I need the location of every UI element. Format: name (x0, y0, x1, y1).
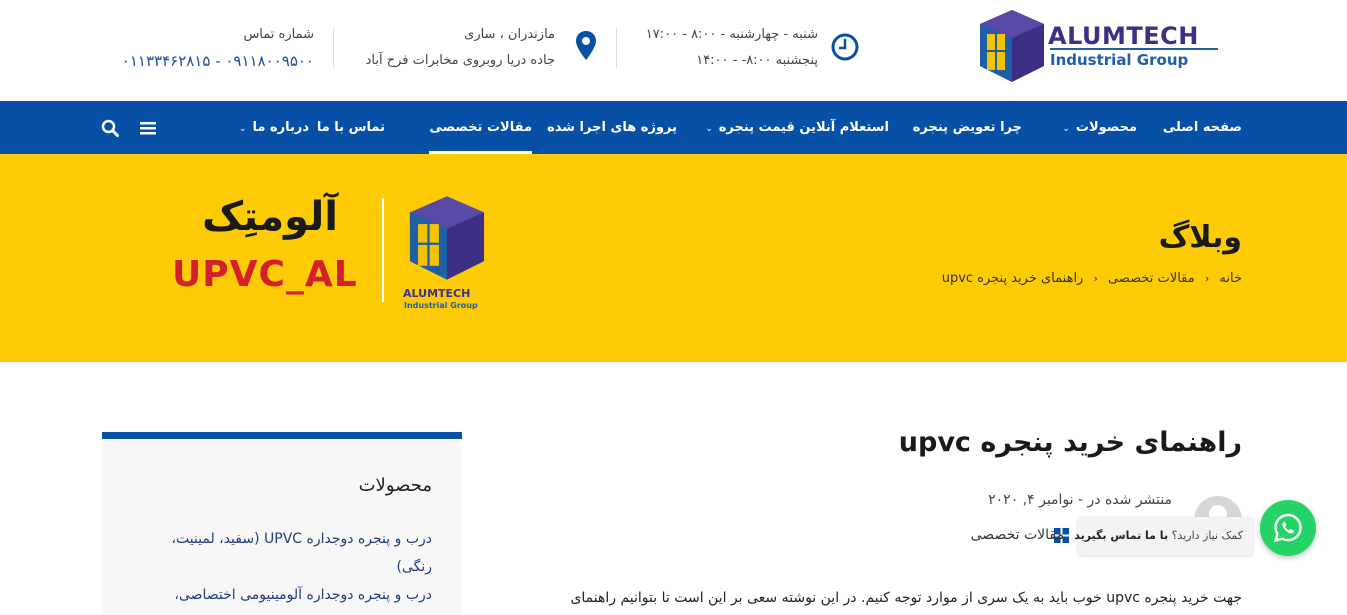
phone-numbers[interactable]: ۰۱۱۳۳۴۶۲۸۱۵ - ۰۹۱۱۸۰۰۹۵۰۰ (100, 48, 314, 74)
divider (616, 28, 617, 68)
nav-label: درباره ما (252, 120, 309, 135)
address: مازندران ، ساری جاده دریا روبروی مخابرات… (345, 22, 555, 74)
breadcrumb-home[interactable]: خانه (1219, 271, 1242, 286)
nav-why-replace[interactable]: چرا تعویض پنجره (913, 101, 1022, 154)
location-pin-icon (576, 31, 596, 60)
logo-divider (1050, 48, 1218, 50)
nav-label: تماس با ما (316, 120, 385, 135)
divider (333, 28, 334, 68)
phone-label: شماره تماس (243, 27, 314, 42)
contact-phone: شماره تماس ۰۱۱۳۳۴۶۲۸۱۵ - ۰۹۱۱۸۰۰۹۵۰۰ (100, 22, 314, 74)
whatsapp-cta: با ما تماس بگیرید (1074, 529, 1169, 542)
breadcrumb-separator: ‹ (1204, 272, 1210, 285)
post-title: راهنمای خرید پنجره upvc (898, 427, 1242, 458)
breadcrumb-category[interactable]: مقالات تخصصی (1108, 271, 1195, 286)
address-city: مازندران ، ساری (464, 27, 555, 42)
whatsapp-prompt[interactable]: کمک نیاز دارید؟ با ما تماس بگیرید (1074, 517, 1253, 555)
post-body-text: جهت خرید پنجره upvc خوب باید به یک سری ا… (570, 590, 1242, 606)
page-header-banner: وبلاگ خانه ‹ مقالات تخصصی ‹ راهنمای خرید… (0, 154, 1347, 362)
sidebar-link-upvc[interactable]: درب و پنجره دوجداره UPVC (سفید، لمینیت، … (132, 525, 432, 581)
nav-label: استعلام آنلاین قیمت پنجره (718, 120, 889, 135)
brand-logo-subtitle: Industrial Group (404, 301, 478, 310)
sidebar-link-aluminium[interactable]: درب و پنجره دوجداره آلومینیومی اختصاصی، (132, 581, 432, 609)
chevron-down-icon: ⌄ (1062, 124, 1070, 134)
nav-about[interactable]: درباره ما ⌄ (239, 101, 309, 154)
hours-thursday: پنجشنبه ۸:۰۰- - ۱۴:۰۰ (696, 53, 818, 68)
sidebar-products-widget: محصولات درب و پنجره دوجداره UPVC (سفید، … (102, 432, 462, 615)
brand-logo-title: ALUMTECH (403, 287, 471, 300)
brand-latin-name: UPVC_AL (172, 254, 358, 295)
menu-icon[interactable] (139, 119, 157, 137)
breadcrumb: خانه ‹ مقالات تخصصی ‹ راهنمای خرید پنجره… (942, 271, 1242, 286)
nav-label: مقالات تخصصی (429, 120, 532, 135)
logo-cube-icon (980, 10, 1044, 82)
nav-projects[interactable]: پروژه های اجرا شده (547, 101, 677, 154)
nav-products[interactable]: محصولات ⌄ (1062, 101, 1137, 154)
whatsapp-prompt-text: کمک نیاز دارید؟ (1171, 529, 1243, 542)
brand-divider (382, 198, 384, 302)
whatsapp-button[interactable] (1260, 500, 1316, 556)
clock-icon (831, 33, 859, 61)
search-icon[interactable] (101, 119, 119, 137)
nav-label: چرا تعویض پنجره (912, 120, 1022, 135)
brand-banner-image: آلومتِک UPVC_AL ALUMTECH Industrial Grou… (170, 192, 490, 317)
site-logo[interactable]: ALUMTECH Industrial Group (978, 8, 1223, 84)
address-street: جاده دریا روبروی مخابرات فرح آباد (365, 53, 555, 68)
nav-label: صفحه اصلی (1162, 120, 1242, 135)
main-nav: صفحه اصلی محصولات ⌄ چرا تعویض پنجره استعل… (0, 101, 1347, 154)
nav-articles[interactable]: مقالات تخصصی (429, 101, 532, 154)
brand-persian-name: آلومتِک (202, 194, 338, 240)
hours-weekdays: شنبه - چهارشنبه - ۸:۰۰ - ۱۷:۰۰ (645, 27, 818, 42)
brand-cube-icon (409, 196, 485, 280)
chevron-down-icon: ⌄ (705, 124, 713, 134)
sidebar-title: محصولات (358, 475, 432, 496)
post-date: منتشر شده در - نوامبر ۴, ۲۰۲۰ (988, 492, 1172, 508)
post-category[interactable]: مقالات تخصصی (971, 527, 1064, 543)
nav-price-inquiry[interactable]: استعلام آنلاین قیمت پنجره ⌄ (705, 101, 889, 154)
whatsapp-icon (1273, 513, 1302, 543)
top-bar: ALUMTECH Industrial Group شنبه - چهارشنب… (0, 0, 1347, 101)
nav-contact[interactable]: تماس با ما (317, 101, 385, 154)
nav-label: پروژه های اجرا شده (547, 120, 677, 135)
nav-label: محصولات (1075, 120, 1137, 135)
logo-title: ALUMTECH (1048, 22, 1199, 50)
logo-subtitle: Industrial Group (1050, 51, 1189, 69)
breadcrumb-current: راهنمای خرید پنجره upvc (941, 271, 1084, 286)
breadcrumb-separator: ‹ (1093, 272, 1098, 285)
page-title: وبلاگ (1158, 220, 1242, 255)
working-hours: شنبه - چهارشنبه - ۸:۰۰ - ۱۷:۰۰ پنجشنبه ۸… (638, 22, 818, 74)
chevron-down-icon: ⌄ (238, 124, 247, 134)
nav-home[interactable]: صفحه اصلی (1163, 101, 1242, 154)
